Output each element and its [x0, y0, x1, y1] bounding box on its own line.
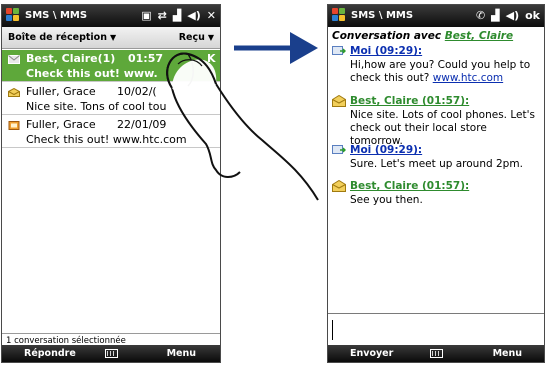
close-icon[interactable]: ✕: [207, 9, 216, 22]
volume-icon[interactable]: ◀): [506, 9, 520, 22]
outgoing-message-icon: [332, 145, 346, 154]
conversation-title: Conversation avec Best, Claire: [332, 30, 514, 42]
device-icon[interactable]: ▣: [141, 9, 151, 22]
phone-screen-conversation: SMS \ MMS ✆ ▟ ◀) ok Conversation avec Be…: [327, 4, 545, 363]
chevron-down-icon: ▼: [109, 33, 117, 42]
envelope-icon: [8, 55, 20, 64]
incoming-message-icon: [332, 95, 346, 107]
open-envelope-icon: [8, 88, 20, 97]
thread-message: Best, Claire (01:57): See you then.: [332, 180, 540, 207]
thread-message: Moi (09:29): Hi,how are you? Could you h…: [332, 45, 540, 85]
message-author[interactable]: Moi (09:29):: [332, 144, 540, 156]
app-title: SMS \ MMS: [25, 10, 88, 21]
arrow-right-icon: [234, 32, 318, 64]
thread-message: Best, Claire (01:57): Nice site. Lots of…: [332, 95, 540, 148]
message-sender: Best, Claire(1): [26, 52, 116, 65]
softkey-bar: Envoyer Menu: [328, 345, 544, 362]
signal-icon[interactable]: ▟: [491, 9, 499, 22]
message-text: Hi,how are you? Could you help to check …: [350, 59, 531, 84]
app-title: SMS \ MMS: [351, 10, 414, 21]
title-bar: SMS \ MMS ✆ ▟ ◀) ok: [328, 5, 544, 27]
outgoing-message-icon: [332, 46, 346, 55]
message-author[interactable]: Best, Claire (01:57):: [332, 180, 540, 192]
message-author[interactable]: Best, Claire (01:57):: [332, 95, 540, 107]
message-text: Nice site. Lots of cool phones. Let's ch…: [350, 109, 535, 147]
menu-softkey[interactable]: Menu: [493, 348, 522, 359]
message-text: Sure. Let's meet up around 2pm.: [350, 158, 523, 170]
keyboard-icon[interactable]: [105, 349, 118, 358]
ok-button[interactable]: ok: [525, 9, 540, 22]
phone-icon[interactable]: ✆: [476, 9, 485, 22]
title-bar: SMS \ MMS ▣ ⇄ ▟ ◀) ✕: [2, 5, 220, 27]
message-preview: Check this out! www.: [26, 67, 158, 80]
send-softkey[interactable]: Envoyer: [350, 348, 393, 359]
text-cursor: [332, 320, 333, 340]
contact-link[interactable]: Best, Claire: [445, 30, 513, 42]
message-sender: Fuller, Grace: [26, 85, 96, 98]
softkey-bar: Répondre Menu: [2, 345, 220, 362]
message-sender: Fuller, Grace: [26, 118, 96, 131]
windows-logo-icon[interactable]: [332, 8, 347, 23]
reply-softkey[interactable]: Répondre: [24, 348, 76, 359]
message-author[interactable]: Moi (09:29):: [332, 45, 540, 57]
message-link[interactable]: www.htc.com: [433, 72, 503, 84]
message-preview: Nice site. Tons of cool tou: [26, 100, 167, 113]
compose-input[interactable]: [328, 313, 544, 346]
sync-icon[interactable]: ⇄: [158, 9, 167, 22]
windows-logo-icon[interactable]: [6, 8, 21, 23]
menu-softkey[interactable]: Menu: [167, 348, 196, 359]
signal-icon[interactable]: ▟: [173, 9, 181, 22]
message-text: See you then.: [350, 194, 423, 206]
volume-icon[interactable]: ◀): [187, 9, 201, 22]
keyboard-icon[interactable]: [430, 349, 443, 358]
sent-message-icon: [8, 121, 20, 130]
incoming-message-icon: [332, 180, 346, 192]
folder-dropdown[interactable]: Boîte de réception ▼: [8, 32, 116, 43]
thread-message: Moi (09:29): Sure. Let's meet up around …: [332, 144, 540, 171]
